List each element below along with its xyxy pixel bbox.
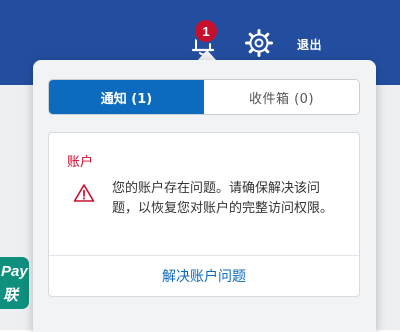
tab-inbox[interactable]: 收件箱 (0) bbox=[204, 80, 359, 114]
tab-notifications[interactable]: 通知 (1) bbox=[49, 80, 204, 114]
notification-tabs: 通知 (1) 收件箱 (0) bbox=[48, 79, 360, 115]
warning-icon bbox=[73, 184, 95, 202]
unionpay-logo: Pay 联 bbox=[0, 257, 29, 309]
gear-icon[interactable] bbox=[244, 28, 274, 58]
notification-badge[interactable]: 1 bbox=[195, 20, 217, 42]
alert-title: 账户 bbox=[67, 155, 94, 170]
logo-text-pay: Pay bbox=[1, 263, 28, 280]
resolve-account-link[interactable]: 解决账户问题 bbox=[49, 256, 359, 296]
logout-button[interactable]: 退出 bbox=[297, 36, 322, 53]
logo-text-lian: 联 bbox=[3, 287, 19, 304]
alert-message: 您的账户存在问题。请确保解决该问题，以恢复您对账户的完整访问权限。 bbox=[112, 181, 334, 216]
account-alert-card: 账户 您的账户存在问题。请确保解决该问题，以恢复您对账户的完整访问权限。 解决账… bbox=[48, 132, 360, 297]
notifications-popover: 通知 (1) 收件箱 (0) 账户 您的账户存在问题。请确保解决该问题，以恢复您… bbox=[33, 60, 376, 332]
